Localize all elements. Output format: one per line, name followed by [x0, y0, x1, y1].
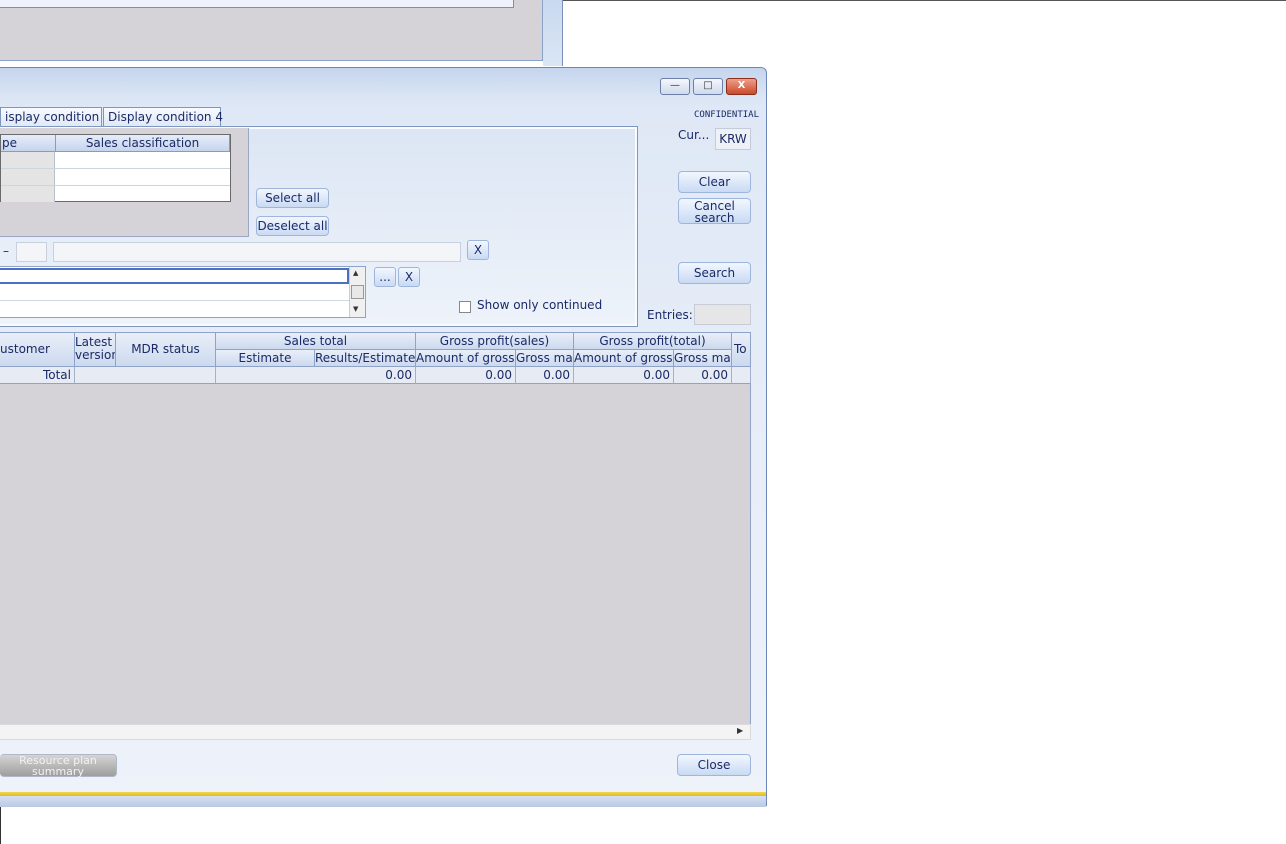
total-row-gross-margin-total: 0.00	[674, 367, 732, 384]
minimize-icon: —	[670, 80, 680, 91]
classification-area: pe Sales classification	[0, 128, 249, 237]
total-row-gross-margin-sales: 0.00	[516, 367, 574, 384]
column-header-customer[interactable]: ustomer	[0, 333, 75, 367]
scroll-up-icon[interactable]: ▲	[353, 269, 358, 277]
table-row[interactable]	[1, 169, 230, 186]
tab-display-condition-3[interactable]: isplay condition 3	[0, 107, 111, 127]
background-window-frame	[543, 0, 563, 66]
column-header-sales-classification: Sales classification	[56, 135, 230, 152]
entries-label: Entries:	[647, 308, 693, 322]
search-button[interactable]: Search	[678, 262, 751, 284]
resource-plan-summary-button[interactable]: Resource plan summary	[0, 754, 117, 777]
column-header-amount-gross-profit-sales[interactable]: Amount of gross p	[416, 350, 516, 367]
clear-button[interactable]: Clear	[678, 171, 751, 193]
close-icon: X	[737, 80, 746, 91]
total-row-amount-gross-profit-sales: 0.00	[416, 367, 516, 384]
clear-list-button[interactable]: X	[398, 267, 420, 287]
entries-field	[694, 304, 751, 325]
total-row-label: Total	[0, 367, 75, 384]
column-header-type: pe	[1, 135, 56, 152]
table-row[interactable]	[1, 186, 230, 203]
column-header-gross-profit-total[interactable]: Gross profit(total)	[574, 333, 732, 350]
tab-label: Display condition 4	[108, 110, 223, 124]
confidential-label: CONFIDENTIAL	[694, 110, 760, 120]
background-window-edge-left	[0, 806, 1, 844]
show-only-continued-checkbox[interactable]	[459, 301, 471, 313]
column-header-gross-margin-sales[interactable]: Gross mar	[516, 350, 574, 367]
tab-display-condition-4[interactable]: Display condition 4	[103, 107, 223, 127]
currency-field[interactable]: KRW	[715, 128, 751, 150]
maximize-icon: □	[703, 80, 713, 91]
background-window-edge	[563, 0, 1286, 1]
column-header-results-estimate[interactable]: Results/Estimate	[315, 350, 416, 367]
column-header-estimate[interactable]: Estimate	[216, 350, 315, 367]
selection-list[interactable]: ▲ ▼	[0, 266, 366, 318]
column-header-mdr-status[interactable]: MDR status	[116, 333, 216, 367]
title-bar[interactable]: — □ X	[0, 68, 766, 98]
list-scrollbar[interactable]: ▲ ▼	[349, 267, 365, 317]
classification-table[interactable]: pe Sales classification	[0, 134, 231, 202]
table-row[interactable]	[1, 152, 230, 169]
scroll-right-icon[interactable]: ▶	[737, 726, 743, 735]
window-bottom-edge	[0, 796, 766, 807]
results-grid[interactable]: ustomer Latest version MDR status Sales …	[0, 332, 751, 725]
column-header-to[interactable]: To	[732, 333, 751, 367]
background-grid-header	[0, 0, 514, 8]
currency-label: Cur...	[678, 128, 710, 142]
browse-button[interactable]: ...	[374, 267, 396, 287]
scroll-down-icon[interactable]: ▼	[353, 305, 358, 313]
clear-range-button[interactable]: X	[467, 240, 489, 260]
tab-label: isplay condition 3	[5, 110, 111, 124]
total-row-amount-gross-profit-total: 0.00	[574, 367, 674, 384]
horizontal-scrollbar[interactable]: ▶	[0, 724, 751, 740]
column-header-latest-version[interactable]: Latest version	[75, 333, 116, 367]
total-row-cell	[732, 367, 751, 384]
code-input[interactable]	[16, 242, 47, 262]
minimize-button[interactable]: —	[660, 78, 690, 95]
close-button[interactable]: Close	[677, 754, 751, 776]
search-dialog-window: — □ X CONFIDENTIAL isplay condition 3 Di…	[0, 67, 767, 807]
deselect-all-button[interactable]: Deselect all	[256, 216, 329, 236]
column-header-sales-total[interactable]: Sales total	[216, 333, 416, 350]
column-header-gross-margin-total[interactable]: Gross mar	[674, 350, 732, 367]
total-row-results-estimate: 0.00	[216, 367, 416, 384]
select-all-button[interactable]: Select all	[256, 188, 329, 208]
cancel-search-button[interactable]: Cancel search	[678, 198, 751, 224]
range-separator: –	[3, 244, 9, 258]
close-window-button[interactable]: X	[726, 78, 757, 95]
scroll-thumb[interactable]	[351, 285, 364, 299]
show-only-continued-label: Show only continued	[477, 298, 603, 312]
maximize-button[interactable]: □	[693, 78, 723, 95]
column-header-gross-profit-sales[interactable]: Gross profit(sales)	[416, 333, 574, 350]
background-window	[0, 0, 563, 66]
total-row-cell	[75, 367, 216, 384]
column-header-amount-gross-profit-total[interactable]: Amount of gross p	[574, 350, 674, 367]
name-input[interactable]	[53, 242, 461, 262]
list-item-selected[interactable]	[0, 268, 349, 284]
